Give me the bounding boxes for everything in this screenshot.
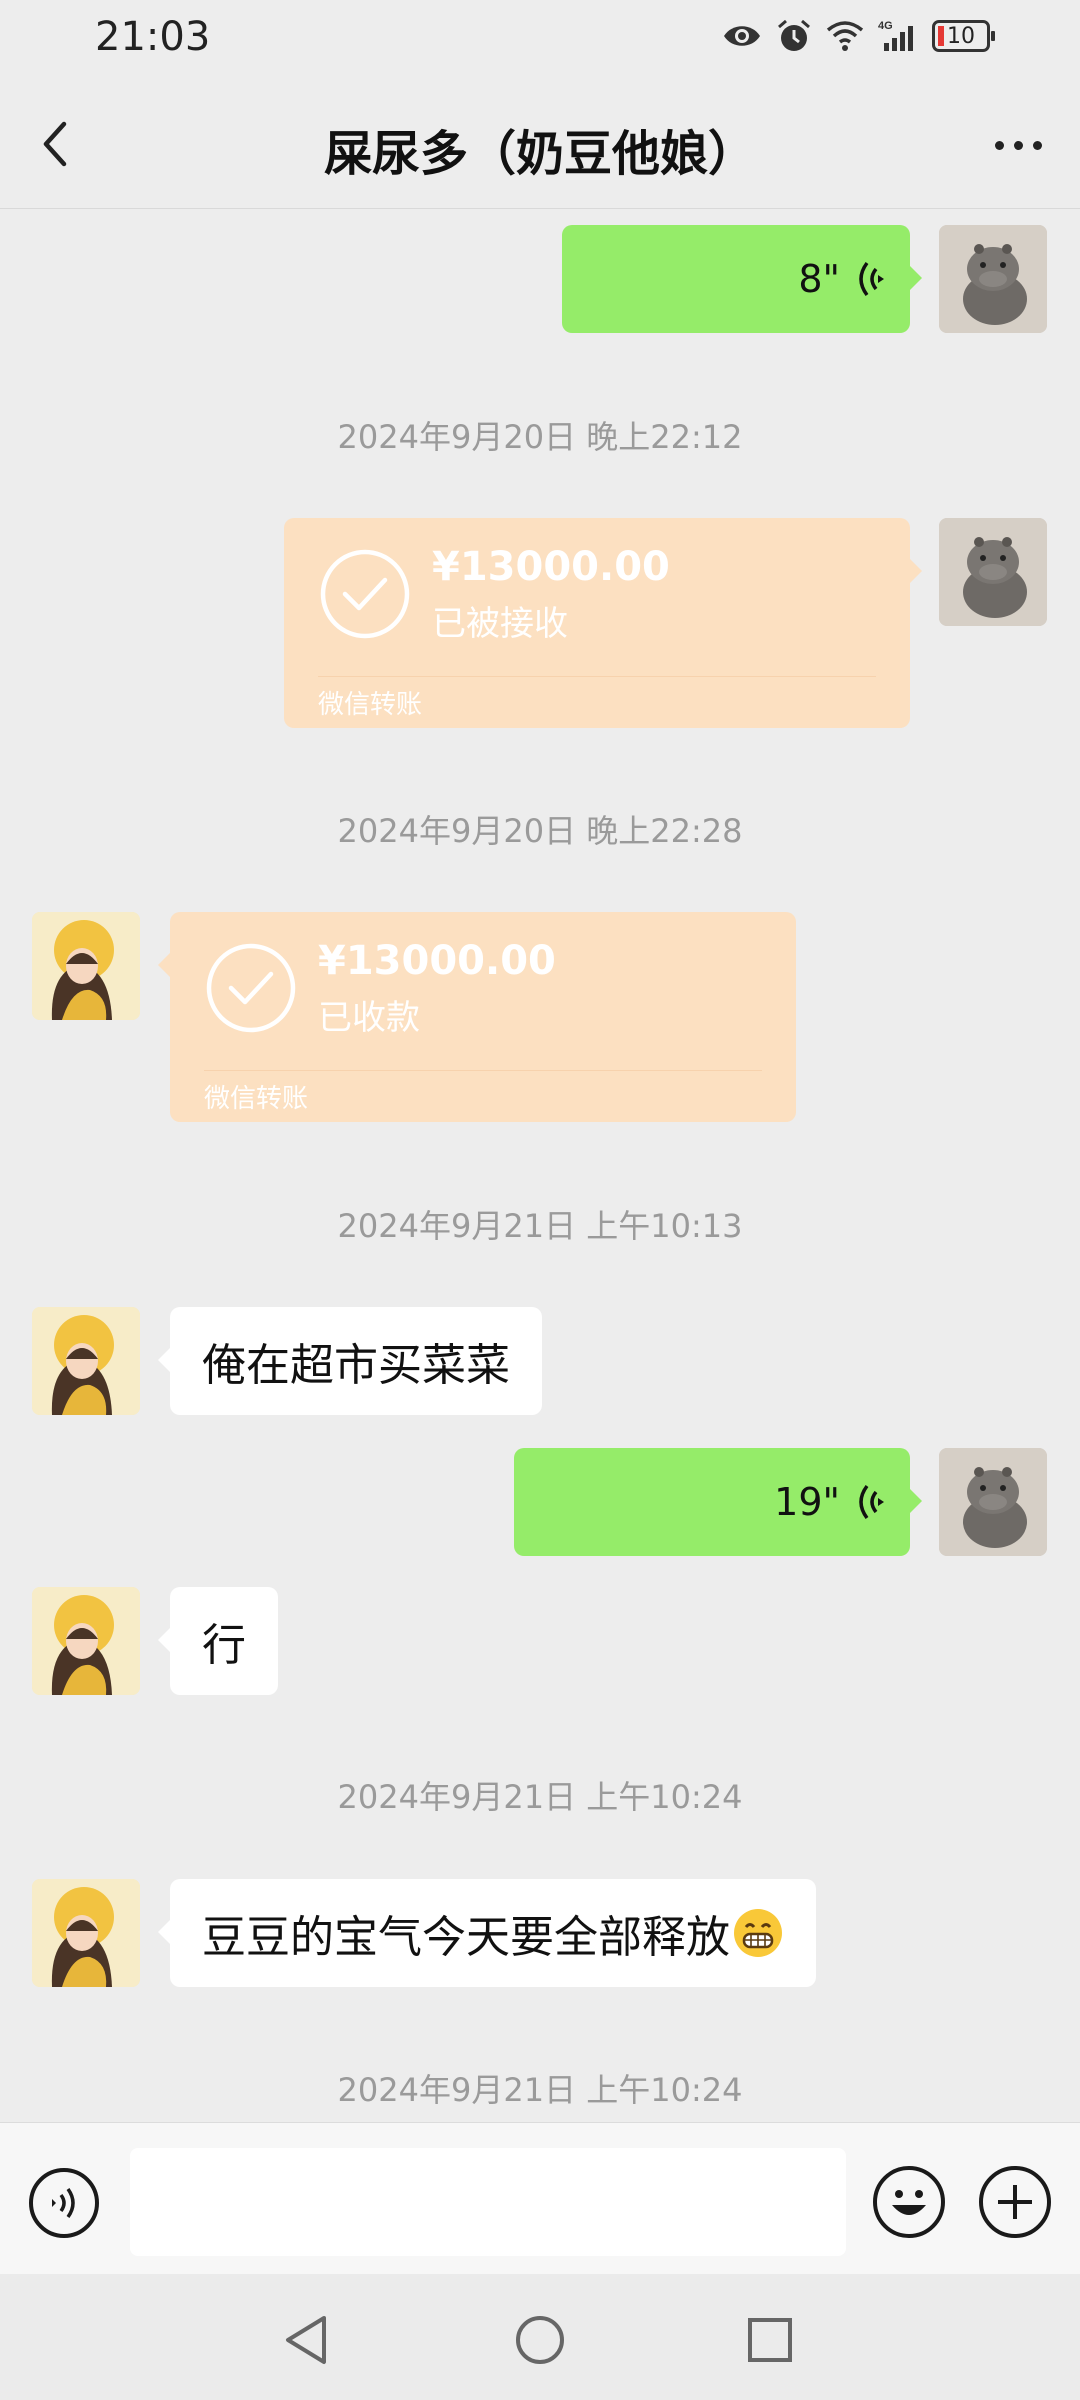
grinning-face-emoji-icon xyxy=(734,1909,782,1957)
message-text-content: 豆豆的宝气今天要全部释放 xyxy=(202,1912,730,1963)
divider xyxy=(204,1070,762,1071)
alarm-icon xyxy=(778,19,810,51)
more-options-button[interactable] xyxy=(986,120,1050,170)
timestamp: 2024年9月20日 晚上22:12 xyxy=(337,418,743,456)
divider xyxy=(318,676,876,677)
contact-avatar[interactable] xyxy=(32,912,140,1020)
transfer-status: 已收款 xyxy=(318,998,420,1038)
system-recents-button[interactable] xyxy=(740,2310,800,2370)
hippo-avatar-icon xyxy=(939,518,1047,626)
system-back-button[interactable] xyxy=(278,2310,338,2370)
voice-duration: 19" xyxy=(774,1480,840,1524)
transfer-label: 微信转账 xyxy=(204,1084,309,1114)
timestamp: 2024年9月21日 上午10:13 xyxy=(337,1207,743,1245)
contact-avatar[interactable] xyxy=(32,1587,140,1695)
transfer-status: 已被接收 xyxy=(432,604,568,644)
message-list[interactable]: 8" 2024年9月20日 晚上22:12 ¥13000.00 已被接收 微信转… xyxy=(0,209,1080,2122)
my-avatar[interactable] xyxy=(939,518,1047,626)
battery-level: 10 xyxy=(947,23,975,49)
status-time: 21:03 xyxy=(95,14,211,60)
emoji-button[interactable] xyxy=(872,2165,946,2239)
eye-icon xyxy=(724,26,760,46)
text-bubble[interactable]: 行 xyxy=(158,1587,278,1695)
chat-header: 屎尿多（奶豆他娘） xyxy=(0,80,1080,209)
transfer-card[interactable]: ¥13000.00 已收款 微信转账 xyxy=(158,912,796,1122)
timestamp: 2024年9月21日 上午10:24 xyxy=(337,1778,743,1816)
message-text-content: 俺在超市买菜菜 xyxy=(202,1340,510,1391)
check-circle-icon xyxy=(320,549,410,639)
transfer-card[interactable]: ¥13000.00 已被接收 微信转账 xyxy=(284,518,922,728)
contact-avatar[interactable] xyxy=(32,1307,140,1415)
wifi-icon xyxy=(826,21,864,51)
check-circle-icon xyxy=(206,943,296,1033)
timestamp: 2024年9月21日 上午10:24 xyxy=(337,2071,743,2109)
system-navigation-bar xyxy=(0,2274,1080,2400)
plus-icon xyxy=(979,2166,1051,2238)
network-type-label: 4G xyxy=(878,20,893,32)
voice-mode-button[interactable] xyxy=(28,2167,100,2239)
message-text-content: 行 xyxy=(202,1620,246,1671)
girl-avatar-icon xyxy=(32,912,140,1020)
home-circle-icon xyxy=(516,2316,564,2364)
girl-avatar-icon xyxy=(32,1307,140,1415)
text-bubble[interactable]: 豆豆的宝气今天要全部释放 xyxy=(158,1879,816,1987)
status-icons: 4G 10 xyxy=(722,18,995,54)
emoji-icon xyxy=(873,2166,945,2238)
recents-square-icon xyxy=(748,2318,792,2362)
timestamp: 2024年9月20日 晚上22:28 xyxy=(337,812,743,850)
more-functions-button[interactable] xyxy=(978,2165,1052,2239)
voice-bubble[interactable]: 19" xyxy=(514,1448,922,1556)
girl-avatar-icon xyxy=(32,1587,140,1695)
chat-title: 屎尿多（奶豆他娘） xyxy=(323,126,756,182)
hippo-avatar-icon xyxy=(939,225,1047,333)
message-input[interactable] xyxy=(130,2148,846,2256)
my-avatar[interactable] xyxy=(939,1448,1047,1556)
system-home-button[interactable] xyxy=(510,2310,570,2370)
transfer-amount: ¥13000.00 xyxy=(318,938,556,984)
voice-wave-icon xyxy=(859,1484,884,1520)
transfer-amount: ¥13000.00 xyxy=(432,544,670,590)
signal-icon: 4G xyxy=(878,20,913,51)
contact-avatar[interactable] xyxy=(32,1879,140,1987)
hippo-avatar-icon xyxy=(939,1448,1047,1556)
girl-avatar-icon xyxy=(32,1879,140,1987)
voice-mode-icon xyxy=(29,2168,99,2238)
battery-icon: 10 xyxy=(932,20,995,52)
back-triangle-icon xyxy=(286,2316,326,2364)
my-avatar[interactable] xyxy=(939,225,1047,333)
status-bar: 21:03 4G 10 xyxy=(0,0,1080,80)
transfer-label: 微信转账 xyxy=(318,690,423,720)
input-bar xyxy=(0,2122,1080,2275)
voice-bubble[interactable]: 8" xyxy=(562,225,922,333)
text-bubble[interactable]: 俺在超市买菜菜 xyxy=(158,1307,542,1415)
voice-duration: 8" xyxy=(798,257,840,301)
voice-wave-icon xyxy=(859,261,884,297)
